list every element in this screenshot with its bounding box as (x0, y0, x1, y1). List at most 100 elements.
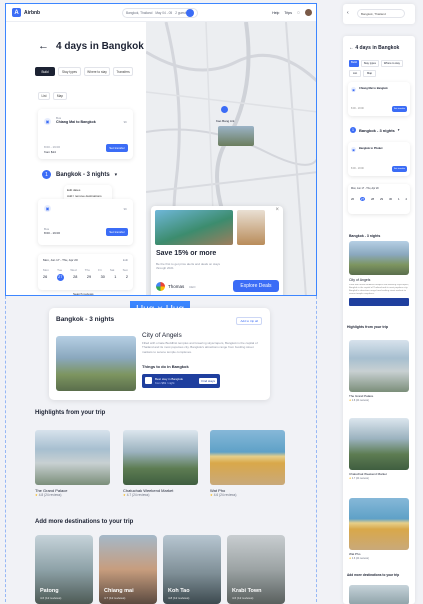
mobile-title-text: 4 days in Bangkok (355, 45, 400, 51)
mobile-highlight-rating: ★ 4.8 (24 reviews) (349, 399, 369, 402)
chip-stay-types[interactable]: Stay types (360, 60, 379, 67)
chevron-down-icon[interactable]: ▾ (115, 172, 118, 178)
mobile-highlight-rating: ★ 4.6 (24 reviews) (349, 557, 369, 560)
mobile-destinations-title: Add more destinations to your trip (347, 573, 400, 577)
explore-deals-button[interactable]: Explore Deals (233, 280, 279, 292)
stay-banner[interactable]: Best stay in Bangkok from $69 / night Fi… (142, 374, 220, 388)
destination-name: Chiang mai (104, 588, 134, 594)
mobile-city-name: City of Angels (349, 278, 371, 282)
highlight-card[interactable]: Chatuchak Weekend Market ★ 4.7 (24 revie… (123, 430, 198, 497)
app-name: Airbnb (24, 9, 41, 16)
map-location-thumbnail[interactable] (218, 126, 254, 146)
mobile-highlight-name: The Grand Palace (349, 394, 374, 398)
search-dates[interactable]: May 04 - 05 (155, 11, 172, 15)
mobile-set-transfer-button[interactable]: Set transfer (392, 106, 407, 112)
bus-icon: ▣ (44, 205, 51, 212)
mobile-highlight-photo[interactable] (349, 498, 409, 550)
transfer-time: 8:00 - 19:00 (44, 231, 61, 235)
date-cell[interactable]: 2 (405, 197, 407, 201)
destination-rating: 4.7 (12 reviews) (104, 596, 126, 600)
chip-where-to-stay[interactable]: Where to stay (84, 67, 110, 76)
nav-trips[interactable]: Trips (284, 11, 292, 15)
chip-build[interactable]: Build (349, 60, 359, 67)
city-description: Filled with ornate Buddhist temples and … (142, 341, 258, 354)
stay-selector[interactable]: 1 Bangkok - 3 nights ▾ (42, 170, 117, 179)
chip-where-to-stay[interactable]: Where to stay (380, 60, 403, 67)
mobile-destination-photo[interactable] (349, 585, 409, 604)
promo-body: Be the first to get price alerts and dea… (156, 262, 221, 271)
transfer-tag: 9h (123, 207, 127, 211)
toggle-list[interactable]: List (349, 70, 362, 77)
mobile-transfer-route: Chiang Mai to Bangkok (359, 87, 388, 90)
logo-icon[interactable]: A (12, 8, 21, 17)
mobile-calendar: Mon, Jun 17 - Thu, Apr 20 26 27 28 29 30… (348, 184, 410, 214)
mobile-stay-selector[interactable]: 1 Bangkok - 3 nights ▾ (350, 127, 400, 133)
menu-item-edit[interactable]: Edit dates (67, 188, 109, 192)
back-arrow-icon[interactable]: ‹ (347, 10, 349, 16)
stay-number: 1 (42, 170, 51, 179)
date-cell[interactable]: 28 (371, 197, 374, 201)
mobile-transfer-card: ▣ Chiang Mai to Bangkok 8:00 - 19:00 Set… (348, 82, 410, 116)
globe-icon[interactable]: ◌ (297, 10, 300, 16)
mobile-highlight-photo[interactable] (349, 340, 409, 392)
find-stays-button[interactable]: Find stays (199, 378, 217, 384)
bus-icon: ▣ (351, 147, 356, 152)
mobile-stay-label: Bangkok - 3 nights (359, 127, 395, 133)
date-cell[interactable]: 28 (73, 275, 77, 281)
date-cell[interactable]: 1 (398, 197, 400, 201)
calendar-edit[interactable]: Edit (123, 258, 128, 262)
chip-stay-types[interactable]: Stay types (58, 67, 81, 76)
set-transfer-button[interactable]: Set transfer (106, 228, 128, 236)
avatar[interactable] (305, 9, 312, 16)
promo-image-pool (155, 210, 233, 245)
back-arrow-icon[interactable]: ← (38, 40, 49, 52)
chip-build[interactable]: Build (35, 67, 55, 76)
mobile-highlights-title: Highlights from your trip (347, 325, 389, 329)
date-cell[interactable]: 26 (351, 197, 354, 201)
toggle-map[interactable]: Map (53, 92, 67, 100)
mobile-highlight-photo[interactable] (349, 418, 409, 470)
mobile-transfer-time: 8:00 - 19:00 (351, 107, 364, 110)
mobile-transfer-route: Bangkok to Phuket (359, 147, 383, 150)
search-location[interactable]: Bangkok, Thailand (126, 11, 152, 15)
add-to-trip-button[interactable]: Add to trip all (236, 317, 262, 325)
star-icon: ★ (35, 493, 38, 497)
destination-card[interactable]: Koh Tao 4.8 (12 reviews) (163, 535, 221, 604)
mobile-view-toggles: List Map (349, 70, 377, 77)
set-transfer-button[interactable]: Set transfer (106, 144, 128, 152)
date-cell[interactable]: 30 (101, 275, 105, 281)
map-pin-label: Kao Bang Ant (216, 119, 235, 123)
mobile-stay-banner[interactable] (349, 298, 409, 306)
nav-help[interactable]: Help (272, 11, 279, 15)
highlight-card[interactable]: The Grand Palace ★ 4.8 (24 reviews) (35, 430, 110, 497)
highlight-rating: 4.6 (24 reviews) (213, 493, 237, 497)
date-cell[interactable]: 29 (87, 275, 91, 281)
date-cell[interactable]: 1 (114, 275, 116, 281)
mobile-transfer-card-2: ▣ Bangkok to Phuket 8:00 - 19:00 Set tra… (348, 142, 410, 176)
menu-item-add[interactable]: Add / remove destinations (67, 194, 109, 198)
date-cell[interactable]: 30 (389, 197, 392, 201)
date-cell-selected[interactable]: 27 (360, 197, 366, 201)
chip-transfers[interactable]: Transfers (113, 67, 133, 76)
date-cell[interactable]: 26 (43, 275, 47, 281)
back-arrow-icon[interactable]: ← (349, 45, 354, 51)
search-icon[interactable] (186, 9, 194, 17)
promo-title: Save 15% or more (156, 250, 217, 257)
day-label: Mon (43, 268, 49, 272)
date-cell[interactable]: 29 (380, 197, 383, 201)
destination-card[interactable]: Krabi Town 4.6 (12 reviews) (227, 535, 285, 604)
date-cell-selected[interactable]: 27 (56, 273, 64, 281)
close-icon[interactable]: × (275, 207, 279, 213)
mobile-set-transfer-button[interactable]: Set transfer (392, 166, 407, 172)
mobile-highlight-rating: ★ 4.7 (24 reviews) (349, 477, 369, 480)
toggle-map[interactable]: Map (363, 70, 377, 77)
destination-card[interactable]: Chiang mai 4.7 (12 reviews) (99, 535, 157, 604)
date-cell[interactable]: 2 (126, 275, 128, 281)
mobile-city-description: Filled with ornate Buddhist temples and … (349, 284, 409, 296)
toggle-list[interactable]: List (38, 92, 50, 100)
destination-card[interactable]: Patong 4.6 (12 reviews) (35, 535, 93, 604)
chevron-down-icon[interactable]: ▾ (398, 128, 400, 132)
map-pin-icon[interactable] (221, 106, 228, 113)
mobile-search-bar[interactable]: Bangkok, Thailand (357, 9, 405, 18)
highlight-card[interactable]: Wat Pho ★ 4.6 (24 reviews) (210, 430, 285, 497)
